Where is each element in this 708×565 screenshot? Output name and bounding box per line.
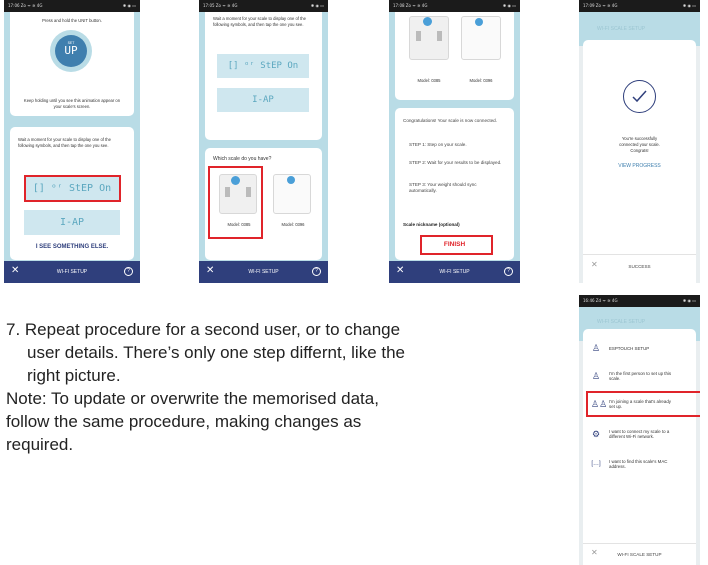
status-time: 17:09 Zo ᯤ ≋ 4G xyxy=(583,3,618,8)
check-circle-icon xyxy=(623,80,656,113)
highlight-box xyxy=(420,235,493,255)
nickname-label: Scale nickname (optional) xyxy=(403,222,460,227)
close-icon[interactable]: ✕ xyxy=(396,265,404,277)
scale-pad xyxy=(416,31,421,41)
screen-connected: 17:08 Zo ᯤ ≋ 4G ✱ ◉ ▭ Model: 0385 Model:… xyxy=(389,0,520,283)
status-time: 17:05 Zo ᯤ ≋ 4G xyxy=(203,3,238,8)
footer-title: SUCCESS xyxy=(628,264,651,269)
note-line-1: Note: To update or overwrite the memoris… xyxy=(6,389,379,408)
person-icon: ♙ xyxy=(591,343,601,353)
success-sheet: You're successfully connected your scale… xyxy=(583,40,696,283)
help-icon[interactable]: ? xyxy=(312,267,321,276)
status-icons: ✱ ◉ ▭ xyxy=(122,3,136,8)
sheet-divider xyxy=(583,254,696,255)
status-bar: 17:06 Zo ᯤ ≋ 4G ✱ ◉ ▭ xyxy=(4,0,140,12)
footer-title: WI-FI SETUP xyxy=(439,269,470,275)
wait-text: Wait a moment for your scale to display … xyxy=(213,16,306,27)
press-text: Press and hold the UNIT button. xyxy=(42,18,102,23)
menu-item-first-person[interactable]: ♙ I'm the first person to set up this sc… xyxy=(591,363,688,389)
model-b-label: Model: 0396 xyxy=(469,78,493,83)
mac-icon: […] xyxy=(591,461,601,467)
symbol-option-i-ap[interactable]: I-AP xyxy=(217,88,309,112)
close-icon[interactable]: ✕ xyxy=(206,265,214,277)
symbol-option-i-ap[interactable]: I-AP xyxy=(24,210,120,235)
symbol-card: Wait a moment for your scale to display … xyxy=(205,12,322,140)
status-icons: ✱ ◉ ▭ xyxy=(682,3,696,8)
screen-press-unit: 17:06 Zo ᯤ ≋ 4G ✱ ◉ ▭ Press and hold the… xyxy=(4,0,140,283)
keep-holding-text: Keep holding until you see this animatio… xyxy=(23,98,121,109)
status-time: 17:06 Zo ᯤ ≋ 4G xyxy=(8,3,43,8)
step-7-paragraph: 7. Repeat procedure for a second user, o… xyxy=(6,318,551,456)
highlight-box xyxy=(24,175,121,202)
help-icon[interactable]: ? xyxy=(504,267,513,276)
menu-item-label: ESPTOUCH SETUP xyxy=(609,345,650,351)
scale-option-icon xyxy=(475,18,483,26)
model-b-label: Model: 0396 xyxy=(281,222,305,227)
footer-title: WI-FI SETUP xyxy=(248,269,279,275)
connected-card: Congratulations! Your scale is now conne… xyxy=(395,108,514,260)
scale-choice-card: Which scale do you have? Model: 0385 Mod… xyxy=(205,148,322,260)
note-line-2: follow the same procedure, making change… xyxy=(6,412,362,431)
close-icon[interactable]: ✕ xyxy=(11,265,19,277)
faded-header-title: WI-FI SCALE SETUP xyxy=(597,319,646,325)
selected-check-icon xyxy=(423,17,432,26)
sheet-divider xyxy=(583,543,696,544)
bottom-nav: ✕ WI-FI SETUP ? xyxy=(199,261,328,283)
highlight-box xyxy=(586,391,700,417)
step-7-line-3: right picture. xyxy=(27,366,121,385)
congrats-text: Congratulations! Your scale is now conne… xyxy=(403,118,497,123)
status-time: 16:46 Zd ᯤ ≋ 4G xyxy=(583,298,618,303)
scale-pad xyxy=(437,31,442,41)
symbol-option-step-on[interactable]: [] ᵒʳ StEP On xyxy=(217,54,309,78)
checkmark-icon xyxy=(632,90,647,103)
faded-header-title: WI-FI SCALE SETUP xyxy=(597,26,646,32)
status-icons: ✱ ◉ ▭ xyxy=(310,3,324,8)
menu-item-label: I want to find this scale's MAC address. xyxy=(609,459,668,469)
status-bar: 17:08 Zo ᯤ ≋ 4G ✱ ◉ ▭ xyxy=(389,0,520,12)
menu-item-change-wifi[interactable]: ⚙ I want to connect my scale to a differ… xyxy=(591,421,688,447)
step-7-line-2: user details. There’s only one step diff… xyxy=(27,343,406,362)
bottom-nav: ✕ WI-FI SETUP ? xyxy=(4,261,140,283)
status-icons: ✱ ◉ ▭ xyxy=(682,298,696,303)
see-something-else-link[interactable]: I SEE SOMETHING ELSE. xyxy=(10,244,134,250)
options-sheet: ♙ ESPTOUCH SETUP ♙ I'm the first person … xyxy=(583,329,700,565)
screen-success: 17:09 Zo ᯤ ≋ 4G ✱ ◉ ▭ WI-FI SCALE SETUP … xyxy=(579,0,700,283)
instruction-card-top: Press and hold the UNIT button. SET UP K… xyxy=(10,12,134,116)
menu-item-esptouch[interactable]: ♙ ESPTOUCH SETUP xyxy=(591,335,688,361)
step-7-line-1: 7. Repeat procedure for a second user, o… xyxy=(6,320,401,339)
status-bar: 16:46 Zd ᯤ ≋ 4G ✱ ◉ ▭ xyxy=(579,295,700,307)
screen-which-scale: 17:05 Zo ᯤ ≋ 4G ✱ ◉ ▭ Wait a moment for … xyxy=(199,0,328,283)
step-1-text: STEP 1: Step on your scale. xyxy=(409,142,467,147)
unit-badge: SET UP xyxy=(50,30,92,72)
gear-icon: ⚙ xyxy=(591,429,601,439)
status-time: 17:08 Zo ᯤ ≋ 4G xyxy=(393,3,428,8)
model-a-label: Model: 0385 xyxy=(417,78,441,83)
view-progress-link[interactable]: VIEW PROGRESS xyxy=(583,163,696,169)
screen-setup-options: 16:46 Zd ᯤ ≋ 4G ✱ ◉ ▭ WI-FI SCALE SETUP … xyxy=(579,295,700,565)
success-message: You're successfully connected your scale… xyxy=(619,136,660,153)
status-bar: 17:09 Zo ᯤ ≋ 4G ✱ ◉ ▭ xyxy=(579,0,700,12)
footer-title: WI-FI SCALE SETUP xyxy=(617,552,662,557)
scale-models-card: Model: 0385 Model: 0396 xyxy=(395,12,514,100)
status-bar: 17:05 Zo ᯤ ≋ 4G ✱ ◉ ▭ xyxy=(199,0,328,12)
footer-title: WI-FI SETUP xyxy=(56,269,88,275)
symbol-card: Wait a moment for your scale to display … xyxy=(10,127,134,260)
help-icon[interactable]: ? xyxy=(124,267,133,276)
bottom-nav: ✕ WI-FI SETUP ? xyxy=(389,261,520,283)
menu-item-label: I want to connect my scale to a differen… xyxy=(609,429,670,439)
menu-item-label: I'm the first person to set up this scal… xyxy=(609,371,672,381)
menu-item-mac-address[interactable]: […] I want to find this scale's MAC addr… xyxy=(591,451,688,477)
person-icon: ♙ xyxy=(591,371,601,381)
status-icons: ✱ ◉ ▭ xyxy=(502,3,516,8)
step-2-text: STEP 2: Wait for your results to be disp… xyxy=(409,160,502,165)
step-3-text: STEP 3: Your weight should sync automati… xyxy=(409,182,477,193)
wait-text: Wait a moment for your scale to display … xyxy=(18,137,111,148)
question-text: Which scale do you have? xyxy=(213,156,272,162)
unit-badge-inner: SET UP xyxy=(55,35,87,67)
note-line-3: required. xyxy=(6,435,74,454)
unit-badge-big: UP xyxy=(64,44,78,57)
highlight-box xyxy=(208,166,263,239)
scale-option-icon xyxy=(287,176,295,184)
